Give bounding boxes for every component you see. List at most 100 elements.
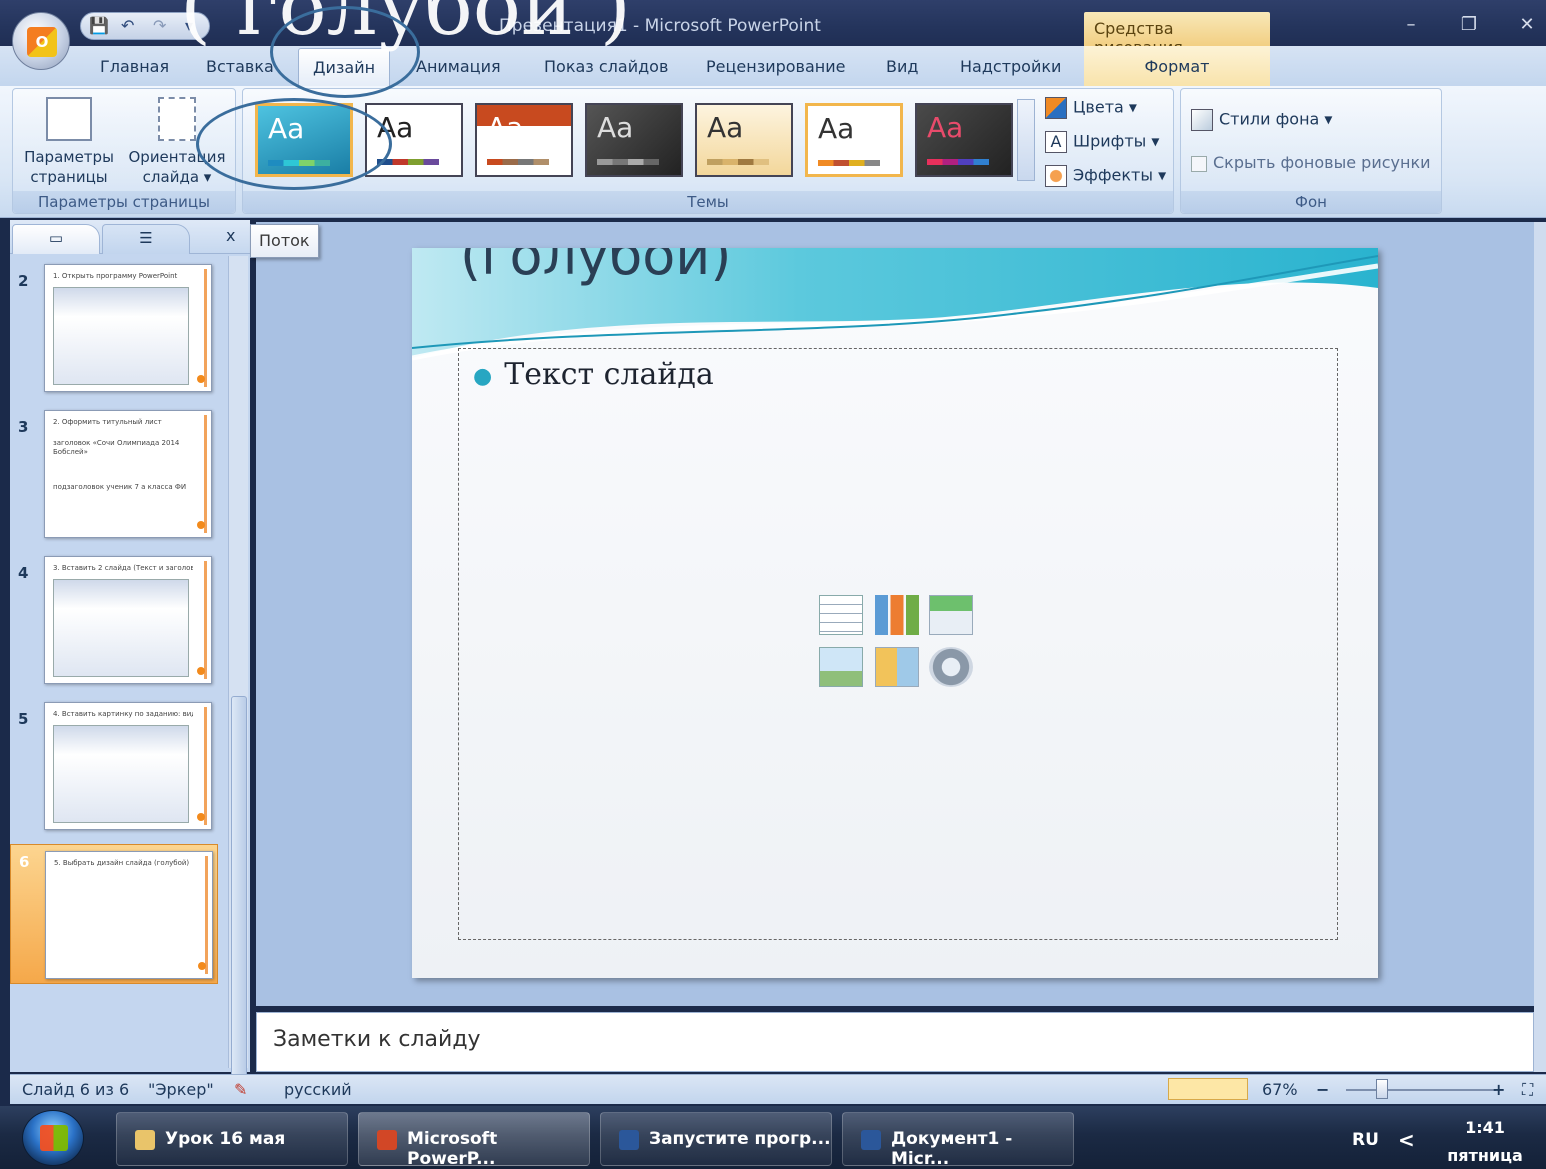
tab-view[interactable]: Вид bbox=[886, 57, 918, 76]
show-hidden-icons-button[interactable]: < bbox=[1398, 1128, 1415, 1152]
tab-review[interactable]: Рецензирование bbox=[706, 57, 845, 76]
taskbar-item-folder[interactable]: Урок 16 мая bbox=[116, 1112, 348, 1166]
slide-thumbnail-2[interactable]: 2 1. Открыть программу PowerPoint bbox=[10, 264, 224, 404]
theme-aa: Aa bbox=[927, 111, 964, 144]
insert-picture-icon[interactable] bbox=[819, 647, 863, 687]
bullet-text[interactable]: ● Текст слайда bbox=[473, 357, 714, 392]
insert-content-icons bbox=[819, 595, 979, 695]
thumbnail-stripe bbox=[205, 856, 208, 974]
tab-insert[interactable]: Вставка bbox=[206, 57, 274, 76]
taskbar-item-word-1[interactable]: Запустите прогр... bbox=[600, 1112, 832, 1166]
theme-thumbnail-oriel[interactable]: Aa bbox=[805, 103, 903, 177]
zoom-in-button[interactable]: + bbox=[1492, 1080, 1505, 1099]
taskbar-item-powerpoint[interactable]: Microsoft PowerP... bbox=[358, 1112, 590, 1169]
thumbnail-stripe bbox=[204, 269, 207, 387]
page-setup-label-1: Параметры bbox=[24, 148, 114, 166]
thumbnail-dot bbox=[197, 375, 205, 383]
insert-chart-icon[interactable] bbox=[875, 595, 919, 635]
notes-pane[interactable]: Заметки к слайду bbox=[256, 1012, 1534, 1072]
start-button[interactable] bbox=[22, 1110, 84, 1166]
taskbar-item-label: Урок 16 мая bbox=[165, 1129, 286, 1149]
paint-bucket-icon bbox=[1191, 109, 1213, 131]
theme-colors-button[interactable]: Цвета ▾ bbox=[1045, 97, 1137, 119]
spellcheck-icon[interactable]: ✎ bbox=[234, 1080, 247, 1099]
content-placeholder[interactable]: ● Текст слайда bbox=[458, 348, 1338, 940]
theme-effects-button[interactable]: Эффекты ▾ bbox=[1045, 165, 1166, 187]
outline-tab-icon: ☰ bbox=[139, 229, 153, 247]
thumbnail-dot bbox=[197, 667, 205, 675]
slide-orientation-button[interactable]: Ориентация слайда ▾ bbox=[123, 97, 231, 187]
word-icon bbox=[619, 1130, 639, 1150]
slide-scrollbar[interactable] bbox=[1534, 222, 1546, 1072]
theme-thumbnail-flow[interactable]: Aa bbox=[255, 103, 353, 177]
theme-thumbnail-civic[interactable]: Aa bbox=[695, 103, 793, 177]
ribbon: Параметры страницы Ориентация слайда ▾ П… bbox=[0, 86, 1546, 218]
theme-fonts-button[interactable]: A Шрифты ▾ bbox=[1045, 131, 1159, 153]
tab-format[interactable]: Формат bbox=[1084, 46, 1270, 86]
slides-pane-scrollbar[interactable] bbox=[228, 256, 248, 1086]
insert-table-icon[interactable] bbox=[819, 595, 863, 635]
redo-icon[interactable]: ↷ bbox=[153, 16, 166, 35]
theme-thumbnail-concourse[interactable]: Aa bbox=[915, 103, 1013, 177]
hide-background-label: Скрыть фоновые рисунки bbox=[1213, 153, 1431, 172]
slides-pane: ▭ ☰ x 2 1. Открыть программу PowerPoint … bbox=[10, 220, 250, 1086]
zoom-out-button[interactable]: − bbox=[1316, 1080, 1329, 1099]
insert-clipart-icon[interactable] bbox=[875, 647, 919, 687]
maximize-button[interactable]: ❐ bbox=[1454, 14, 1484, 35]
slide-thumbnail-5[interactable]: 5 4. Вставить картинку по заданию: вид с… bbox=[10, 702, 224, 842]
slide-title[interactable]: (голубой) bbox=[460, 248, 731, 287]
tab-home[interactable]: Главная bbox=[100, 57, 169, 76]
tab-slideshow[interactable]: Показ слайдов bbox=[544, 57, 668, 76]
theme-aa: Aa bbox=[268, 112, 305, 145]
undo-icon[interactable]: ↶ bbox=[121, 16, 134, 35]
tab-design[interactable]: Дизайн bbox=[298, 48, 391, 88]
thumbnail-image: 3. Вставить 2 слайда (Текст и заголовок) bbox=[44, 556, 212, 684]
language-indicator[interactable]: русский bbox=[284, 1080, 352, 1099]
background-styles-button[interactable]: Стили фона ▾ bbox=[1191, 109, 1332, 131]
close-button[interactable]: ✕ bbox=[1512, 14, 1542, 35]
save-icon[interactable]: 💾 bbox=[89, 16, 109, 35]
scrollbar-thumb[interactable] bbox=[231, 696, 247, 1086]
page-setup-label-2: страницы bbox=[30, 168, 108, 186]
theme-name: "Эркер" bbox=[148, 1080, 214, 1099]
themes-gallery-scroll[interactable] bbox=[1017, 99, 1035, 181]
zoom-slider-track[interactable] bbox=[1346, 1089, 1496, 1091]
theme-thumbnail-office[interactable]: Aa bbox=[365, 103, 463, 177]
tab-animation[interactable]: Анимация bbox=[416, 57, 501, 76]
quick-access-toolbar: 💾 ↶ ↷ ▾ bbox=[80, 12, 210, 40]
customize-qat-icon[interactable]: ▾ bbox=[185, 16, 193, 35]
tab-addins[interactable]: Надстройки bbox=[960, 57, 1061, 76]
zoom-slider-thumb[interactable] bbox=[1376, 1079, 1388, 1099]
tab-slides[interactable]: ▭ bbox=[12, 224, 100, 254]
thumbnail-stripe bbox=[204, 415, 207, 533]
current-slide[interactable]: (голубой) ● Текст слайда bbox=[412, 248, 1378, 978]
theme-aa: Aa bbox=[818, 112, 855, 145]
office-button[interactable]: O bbox=[12, 12, 70, 70]
taskbar-item-word-2[interactable]: Документ1 - Micr... bbox=[842, 1112, 1074, 1169]
minimize-button[interactable]: – bbox=[1396, 14, 1426, 35]
status-bar: Слайд 6 из 6 "Эркер" ✎ русский 67% − + ⛶ bbox=[10, 1074, 1546, 1104]
title-bar: Презентация1 - Microsoft PowerPoint Сред… bbox=[0, 0, 1546, 57]
thumbnail-stripe bbox=[204, 561, 207, 679]
slide-thumbnail-6[interactable]: 6 5. Выбрать дизайн слайда (голубой) bbox=[10, 844, 218, 984]
insert-smartart-icon[interactable] bbox=[929, 595, 973, 635]
close-pane-icon[interactable]: x bbox=[226, 226, 235, 245]
insert-media-icon[interactable] bbox=[929, 647, 973, 687]
clock[interactable]: 1:41 пятница bbox=[1440, 1114, 1530, 1169]
tab-outline[interactable]: ☰ bbox=[102, 224, 190, 254]
orientation-label-2: слайда ▾ bbox=[142, 168, 212, 186]
page-setup-button[interactable]: Параметры страницы bbox=[23, 97, 115, 187]
theme-thumbnail-apex[interactable]: Aa bbox=[475, 103, 573, 177]
hide-background-graphics-checkbox[interactable]: Скрыть фоновые рисунки bbox=[1191, 153, 1431, 172]
theme-thumbnail-aspect[interactable]: Aa bbox=[585, 103, 683, 177]
fit-window-icon[interactable]: ⛶ bbox=[1522, 1080, 1533, 1100]
screenshot-image bbox=[53, 725, 189, 823]
slide-thumbnail-3[interactable]: 3 2. Оформить титульный лист заголовок «… bbox=[10, 410, 224, 550]
language-bar[interactable]: RU bbox=[1352, 1130, 1379, 1150]
slide-thumbnail-4[interactable]: 4 3. Вставить 2 слайда (Текст и заголово… bbox=[10, 556, 224, 696]
screenshot-image bbox=[53, 579, 189, 677]
view-buttons[interactable] bbox=[1168, 1078, 1248, 1100]
thumbnail-line: заголовок «Сочи Олимпиада 2014 Бобслей» bbox=[53, 439, 180, 456]
group-label-background: Фон bbox=[1181, 191, 1441, 213]
zoom-level[interactable]: 67% bbox=[1262, 1080, 1298, 1099]
